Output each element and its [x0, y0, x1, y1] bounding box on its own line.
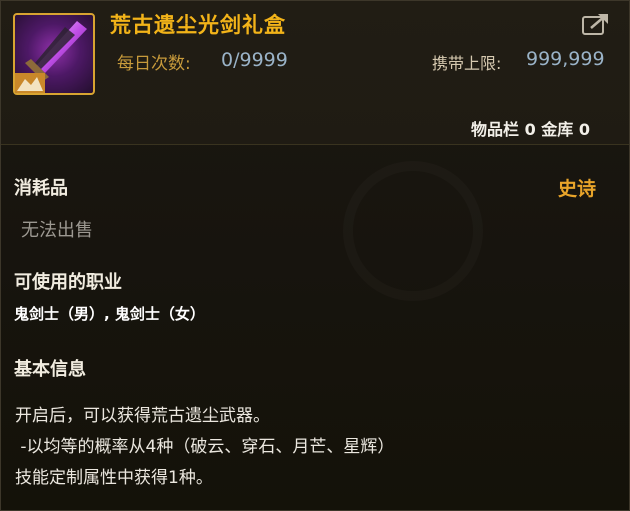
- usable-classes: 鬼剑士（男）, 鬼剑士（女）: [14, 305, 205, 323]
- description-line: 技能定制属性中获得1种。: [15, 468, 213, 488]
- background-emblem: [343, 161, 483, 301]
- usable-classes-heading: 可使用的职业: [14, 272, 122, 293]
- description-line: -以均等的概率从4种（破云、穿石、月芒、星辉）: [15, 437, 395, 457]
- sword-giftbox-icon: [13, 13, 95, 95]
- daily-uses-label: 每日次数:: [117, 54, 191, 74]
- tooltip-header: 荒古遗尘光剑礼盒 每日次数: 0/9999 携带上限: 999,999 物品栏 …: [1, 1, 629, 145]
- share-icon[interactable]: [581, 11, 611, 37]
- description-line: 开启后，可以获得荒古遗尘武器。: [15, 406, 270, 426]
- item-tooltip: 荒古遗尘光剑礼盒 每日次数: 0/9999 携带上限: 999,999 物品栏 …: [0, 0, 630, 511]
- storage-count: 物品栏 0 金库 0: [471, 120, 590, 139]
- sell-status: 无法出售: [21, 220, 93, 241]
- item-category: 消耗品: [14, 178, 68, 199]
- carry-limit-label: 携带上限:: [432, 54, 502, 73]
- daily-uses-value: 0/9999: [221, 49, 288, 71]
- basic-info-heading: 基本信息: [14, 359, 86, 380]
- item-name: 荒古遗尘光剑礼盒: [110, 13, 286, 37]
- carry-limit-value: 999,999: [526, 48, 605, 70]
- rarity-badge: 史诗: [558, 178, 597, 200]
